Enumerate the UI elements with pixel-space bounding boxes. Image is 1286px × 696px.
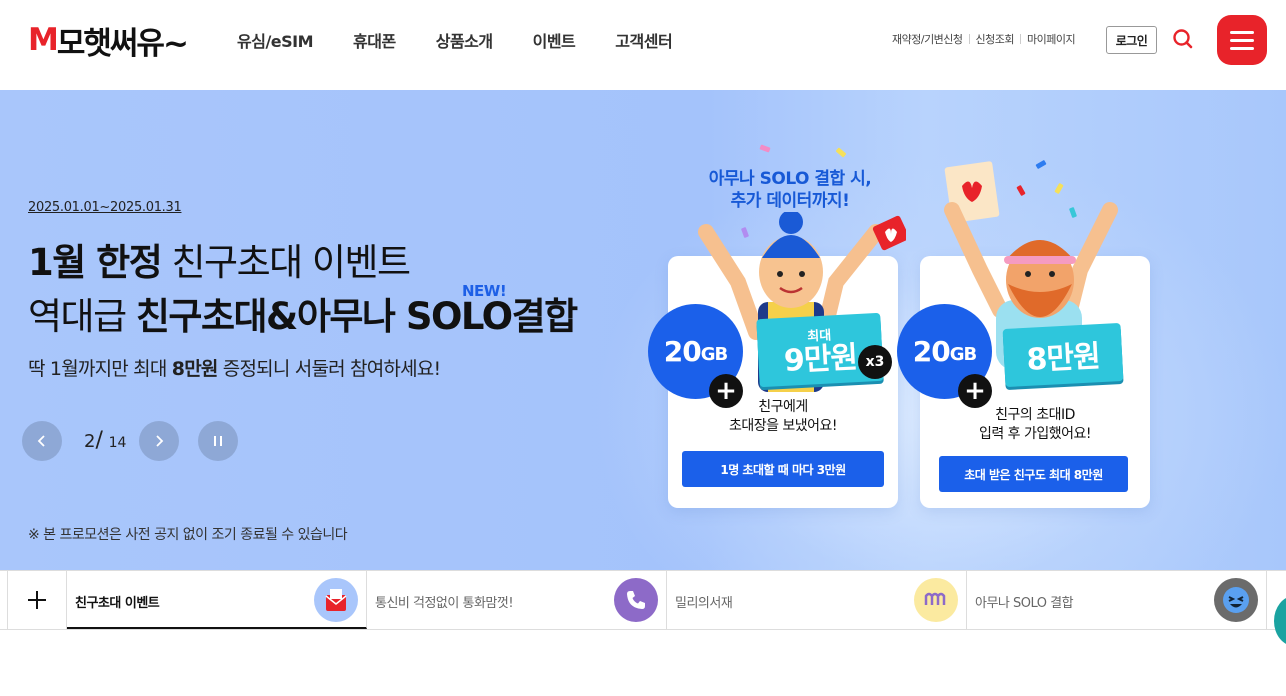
card-text-line2: 입력 후 가입했어요! [978, 426, 1092, 442]
slide-pager: 2/ 14 [84, 428, 126, 453]
ticket-big: 8만원 [1025, 339, 1101, 378]
invitee-reward-button[interactable]: 초대 받은 친구도 최대 8만원 [939, 456, 1128, 492]
site-logo[interactable]: M 모햇써유~ [28, 20, 189, 62]
logo-m: M [28, 22, 59, 58]
card-text-inviter: 친구에게 초대장을 보냈어요! [668, 398, 898, 436]
expand-tabs-button[interactable] [7, 571, 67, 629]
inviter-reward-button[interactable]: 1명 초대할 때 마다 3만원 [682, 451, 884, 487]
pause-icon [214, 436, 222, 446]
nav-support[interactable]: 고객센터 [615, 28, 672, 52]
logo-text: 모햇써유~ [56, 25, 189, 62]
util-link-order-lookup[interactable]: 신청조회 [976, 31, 1015, 47]
gb-unit: GB [700, 344, 728, 365]
next-slide-button[interactable] [139, 421, 179, 461]
tab-unlimited-calls[interactable]: 통신비 걱정없이 통화맘껏! [367, 571, 667, 629]
sub-post: 증정되니 서둘러 참여하세요! [217, 358, 441, 380]
tab-label: 친구초대 이벤트 [75, 596, 160, 611]
util-link-recontract[interactable]: 재약정/기변신청 [892, 31, 963, 47]
title-line1-bold: 1월 한정 [28, 241, 163, 284]
tab-friend-invite[interactable]: 친구초대 이벤트 [67, 571, 367, 629]
tab-solo-bundle[interactable]: 아무나 SOLO 결합 [967, 571, 1267, 629]
card-text-line2: 초대장을 보냈어요! [728, 418, 838, 434]
title-line2-bold: 친구초대&아무나 SOLO결합 [135, 295, 578, 338]
title-line1-rest: 친구초대 이벤트 [161, 241, 412, 284]
utility-links: 재약정/기변신청 신청조회 마이페이지 [892, 31, 1076, 47]
promo-head-line2: 추가 데이터까지! [730, 191, 850, 211]
card-text-line1: 친구에게 [758, 399, 808, 415]
pager-sep: / [95, 428, 103, 453]
prev-slide-button[interactable] [22, 421, 62, 461]
main-nav: 유심/eSIM 휴대폰 상품소개 이벤트 고객센터 [237, 28, 712, 52]
ticket-big: 9만원 [783, 339, 858, 379]
gb-number: 20 [663, 335, 702, 368]
banner-tab-bar: 친구초대 이벤트 통신비 걱정없이 통화맘껏! 밀리의서재 아무나 SOLO 결… [0, 570, 1286, 630]
tab-label: 밀리의서재 [675, 596, 733, 611]
new-badge: NEW! [462, 282, 507, 300]
millie-logo-icon [914, 578, 958, 622]
gb-number: 20 [912, 335, 951, 368]
card-text-invitee: 친구의 초대ID 입력 후 가입했어요! [920, 406, 1150, 444]
envelope-icon [314, 578, 358, 622]
chevron-left-icon [37, 435, 45, 447]
divider [968, 34, 970, 44]
tab-label: 통신비 걱정없이 통화맘껏! [375, 596, 514, 611]
site-header: M 모햇써유~ 유심/eSIM 휴대폰 상품소개 이벤트 고객센터 재약정/기변신… [0, 0, 1286, 90]
gb-unit: GB [949, 344, 977, 365]
tab-millie-library[interactable]: 밀리의서재 [667, 571, 967, 629]
hero-subtitle: 딱 1월까지만 최대 8만원 증정되니 서둘러 참여하세요! [28, 354, 441, 381]
chevron-right-icon [156, 435, 164, 447]
promo-notice: ※ 본 프로모션은 사전 공지 없이 조기 종료될 수 있습니다 [28, 527, 348, 543]
title-line2-pre: 역대급 [28, 295, 136, 338]
plus-icon: + [958, 374, 992, 408]
sub-bold: 8만원 [171, 358, 219, 380]
search-icon[interactable] [1171, 27, 1195, 51]
ticket-reward-right: 8만원 [1002, 322, 1124, 388]
emoji-icon [1214, 578, 1258, 622]
plus-icon [28, 591, 46, 609]
promo-head-line1: 아무나 SOLO 결합 시, [708, 169, 872, 189]
hamburger-menu-button[interactable] [1217, 15, 1267, 65]
pause-slide-button[interactable] [198, 421, 238, 461]
promo-headline: 아무나 SOLO 결합 시, 추가 데이터까지! [700, 168, 880, 212]
util-link-mypage[interactable]: 마이페이지 [1027, 31, 1076, 47]
phone-icon [614, 578, 658, 622]
nav-phone[interactable]: 휴대폰 [353, 28, 396, 52]
nav-usim-esim[interactable]: 유심/eSIM [237, 28, 314, 52]
login-button[interactable]: 로그인 [1106, 26, 1157, 54]
event-period: 2025.01.01~2025.01.31 [28, 200, 182, 215]
nav-products[interactable]: 상품소개 [436, 28, 493, 52]
tab-label: 아무나 SOLO 결합 [975, 596, 1074, 611]
menu-bar [1230, 30, 1254, 34]
pager-total: 14 [108, 435, 127, 451]
sub-pre: 딱 1월까지만 최대 [28, 358, 172, 380]
menu-bar [1230, 46, 1254, 50]
card-text-line1: 친구의 초대ID [995, 407, 1075, 423]
menu-bar [1230, 38, 1254, 42]
hero-banner[interactable]: 2025.01.01~2025.01.31 1월 한정 친구초대 이벤트 역대급… [0, 90, 1286, 570]
multiplier-badge: x3 [858, 345, 892, 379]
nav-events[interactable]: 이벤트 [533, 28, 576, 52]
divider [1020, 34, 1022, 44]
pager-current: 2 [84, 431, 96, 452]
